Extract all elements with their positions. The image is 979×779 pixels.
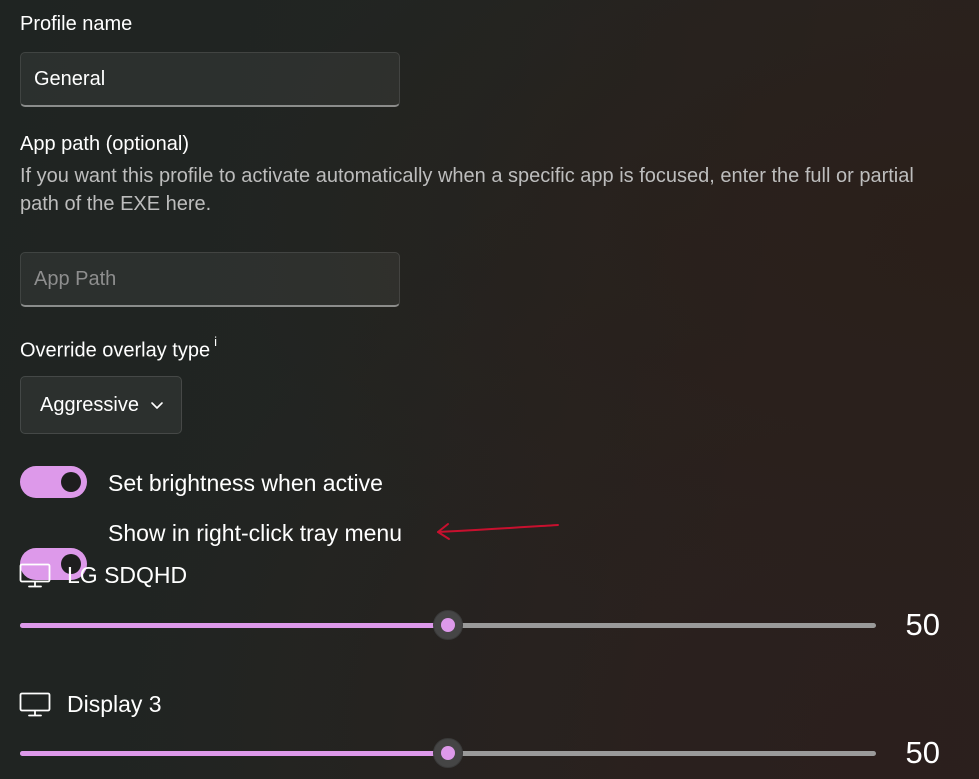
profile-name-field[interactable] <box>20 52 400 107</box>
monitor-icon <box>19 692 51 717</box>
overlay-type-label: Override overlay type i <box>20 334 217 363</box>
display-brightness-slider[interactable] <box>20 610 876 640</box>
profile-name-input[interactable] <box>34 67 386 91</box>
toggle-knob <box>61 472 81 492</box>
overlay-type-label-text: Override overlay type <box>20 339 211 362</box>
show-in-tray-label: Show in right-click tray menu <box>108 520 402 546</box>
info-icon[interactable]: i <box>214 334 217 349</box>
slider-thumb[interactable] <box>433 738 463 768</box>
display-brightness-slider[interactable] <box>20 738 876 768</box>
set-brightness-label: Set brightness when active <box>108 470 383 496</box>
display-name: LG SDQHD <box>67 562 188 588</box>
slider-thumb[interactable] <box>433 610 463 640</box>
slider-fill <box>20 751 448 756</box>
app-path-description: If you want this profile to activate aut… <box>20 165 914 215</box>
display-brightness-value: 50 <box>905 735 940 770</box>
display-name: Display 3 <box>67 691 162 717</box>
overlay-type-selected: Aggressive <box>40 393 139 416</box>
set-brightness-toggle[interactable] <box>20 466 87 498</box>
overlay-type-dropdown[interactable]: Aggressive <box>20 376 182 434</box>
slider-fill <box>20 623 448 628</box>
app-path-input[interactable] <box>34 267 386 291</box>
display-brightness-value: 50 <box>905 607 940 642</box>
chevron-down-icon <box>151 402 163 409</box>
app-path-field[interactable] <box>20 252 400 307</box>
app-path-label: App path (optional) <box>20 133 190 155</box>
annotation-arrow <box>437 523 559 540</box>
profile-name-label: Profile name <box>20 13 133 35</box>
monitor-icon <box>19 563 51 588</box>
